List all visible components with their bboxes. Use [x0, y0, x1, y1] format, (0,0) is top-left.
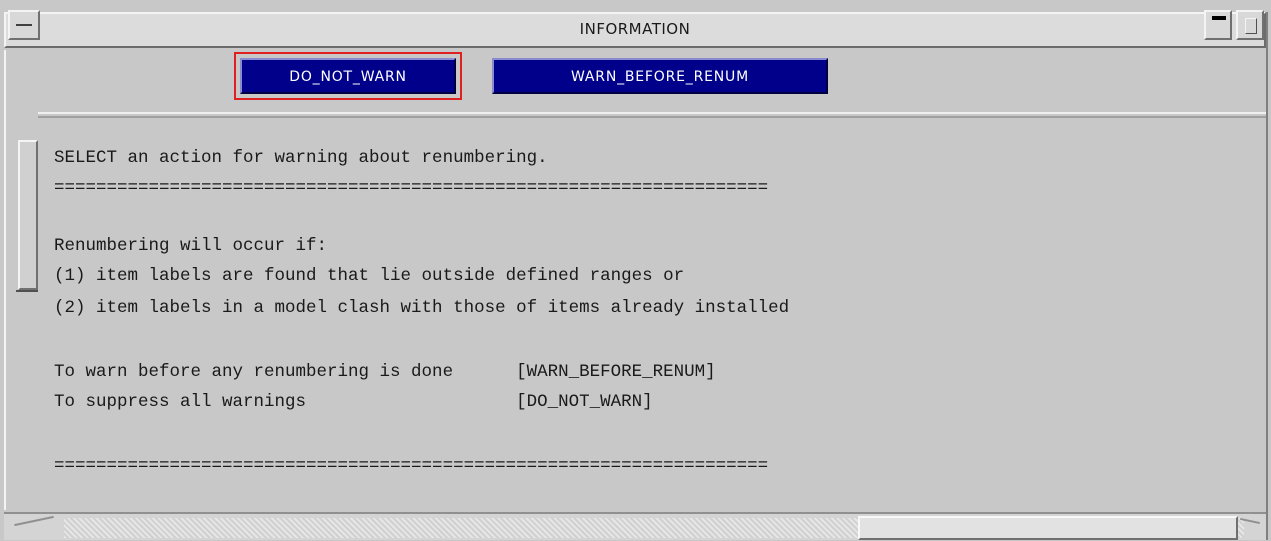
- resize-corner-left[interactable]: [14, 515, 54, 527]
- minimize-icon: [1212, 16, 1226, 20]
- information-text-panel: SELECT an action for warning about renum…: [38, 116, 1266, 490]
- text-line-separator-bottom: ========================================…: [54, 456, 769, 476]
- text-line-separator-top: ========================================…: [54, 178, 769, 198]
- information-window: INFORMATION DO_NOT_WARN WARN_BEFORE_RENU…: [0, 0, 1271, 541]
- text-line-renumber-heading: Renumbering will occur if:: [54, 236, 328, 256]
- minimize-button[interactable]: [1204, 10, 1232, 40]
- left-frame: [4, 50, 40, 510]
- maximize-button[interactable]: [1236, 10, 1264, 40]
- text-line-suppress-option: To suppress all warnings [DO_NOT_WARN]: [54, 392, 653, 412]
- text-line-condition-2: (2) item labels in a model clash with th…: [54, 298, 790, 318]
- text-line-warn-option: To warn before any renumbering is done […: [54, 362, 716, 382]
- button-bar: DO_NOT_WARN WARN_BEFORE_RENUM: [38, 50, 1266, 114]
- title-bar[interactable]: INFORMATION: [4, 12, 1266, 48]
- warn-before-renum-button[interactable]: WARN_BEFORE_RENUM: [492, 58, 828, 94]
- horizontal-scrollbar[interactable]: [4, 512, 1266, 540]
- window-menu-button[interactable]: [8, 10, 40, 40]
- text-line-condition-1: (1) item labels are found that lie outsi…: [54, 266, 685, 286]
- window-title: INFORMATION: [579, 20, 691, 38]
- do-not-warn-button[interactable]: DO_NOT_WARN: [240, 58, 456, 94]
- menu-bar-icon: [16, 24, 32, 26]
- text-line-instruction: SELECT an action for warning about renum…: [54, 148, 548, 168]
- maximize-icon: [1245, 18, 1257, 34]
- horizontal-scroll-thumb[interactable]: [858, 516, 1238, 540]
- vertical-scroll-thumb[interactable]: [18, 140, 38, 290]
- right-frame: [1266, 12, 1268, 540]
- frame-tick: [16, 290, 40, 292]
